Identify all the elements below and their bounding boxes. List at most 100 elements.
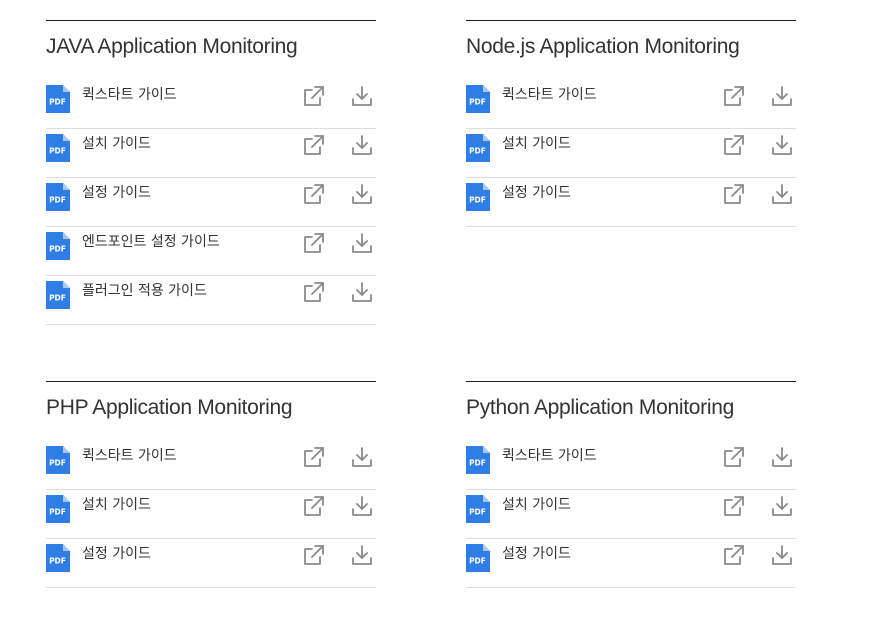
section-header: PHP Application Monitoring bbox=[46, 381, 376, 427]
download-icon[interactable] bbox=[771, 544, 793, 566]
doc-title[interactable]: 설정 가이드 bbox=[502, 178, 571, 208]
doc-title[interactable]: 설치 가이드 bbox=[82, 129, 151, 159]
pdf-icon: PDF bbox=[466, 85, 490, 113]
doc-row: PDF 설치 가이드 bbox=[46, 129, 376, 178]
doc-row: PDF 퀵스타트 가이드 bbox=[46, 80, 376, 129]
doc-row: PDF 설치 가이드 bbox=[466, 129, 796, 178]
doc-row: PDF 설정 가이드 bbox=[466, 178, 796, 227]
pdf-icon: PDF bbox=[46, 134, 70, 162]
doc-title[interactable]: 퀵스타트 가이드 bbox=[82, 80, 177, 110]
doc-title[interactable]: 설치 가이드 bbox=[502, 129, 571, 159]
pdf-label: PDF bbox=[49, 557, 66, 566]
doc-title[interactable]: 설정 가이드 bbox=[82, 539, 151, 569]
download-icon[interactable] bbox=[771, 446, 793, 468]
guide-section: Python Application Monitoring PDF 퀵스타트 가이드… bbox=[466, 381, 796, 588]
doc-row: PDF 퀵스타트 가이드 bbox=[46, 441, 376, 490]
section-header: Python Application Monitoring bbox=[466, 381, 796, 427]
doc-list: PDF 퀵스타트 가이드 PDF 설치 가이드 PDF 설정 가이드 PDF 엔드포인트 설정… bbox=[46, 80, 376, 325]
external-link-icon[interactable] bbox=[303, 232, 325, 254]
pdf-label: PDF bbox=[469, 147, 486, 156]
pdf-label: PDF bbox=[469, 557, 486, 566]
pdf-icon: PDF bbox=[46, 85, 70, 113]
pdf-label: PDF bbox=[49, 147, 66, 156]
pdf-label: PDF bbox=[469, 98, 486, 107]
pdf-icon: PDF bbox=[466, 544, 490, 572]
download-icon[interactable] bbox=[351, 232, 373, 254]
pdf-icon: PDF bbox=[46, 446, 70, 474]
doc-title[interactable]: 엔드포인트 설정 가이드 bbox=[82, 227, 220, 257]
pdf-icon: PDF bbox=[46, 183, 70, 211]
doc-title[interactable]: 설치 가이드 bbox=[82, 490, 151, 520]
pdf-icon: PDF bbox=[466, 134, 490, 162]
pdf-icon: PDF bbox=[46, 495, 70, 523]
pdf-icon: PDF bbox=[46, 281, 70, 309]
external-link-icon[interactable] bbox=[303, 495, 325, 517]
pdf-label: PDF bbox=[49, 245, 66, 254]
download-icon[interactable] bbox=[351, 183, 373, 205]
doc-title[interactable]: 설치 가이드 bbox=[502, 490, 571, 520]
doc-row: PDF 설정 가이드 bbox=[466, 539, 796, 588]
pdf-label: PDF bbox=[469, 196, 486, 205]
external-link-icon[interactable] bbox=[723, 183, 745, 205]
pdf-icon: PDF bbox=[46, 232, 70, 260]
pdf-icon: PDF bbox=[466, 183, 490, 211]
doc-row: PDF 플러그인 적용 가이드 bbox=[46, 276, 376, 325]
download-icon[interactable] bbox=[351, 544, 373, 566]
section-title: PHP Application Monitoring bbox=[46, 396, 293, 419]
external-link-icon[interactable] bbox=[303, 446, 325, 468]
external-link-icon[interactable] bbox=[723, 85, 745, 107]
external-link-icon[interactable] bbox=[723, 495, 745, 517]
guide-section: JAVA Application Monitoring PDF 퀵스타트 가이드 PD… bbox=[46, 20, 376, 325]
pdf-label: PDF bbox=[49, 459, 66, 468]
section-header: JAVA Application Monitoring bbox=[46, 20, 376, 66]
doc-row: PDF 설치 가이드 bbox=[466, 490, 796, 539]
doc-list: PDF 퀵스타트 가이드 PDF 설치 가이드 PDF 설정 가이드 bbox=[466, 80, 796, 227]
download-icon[interactable] bbox=[351, 446, 373, 468]
pdf-label: PDF bbox=[469, 508, 486, 517]
doc-row: PDF 퀵스타트 가이드 bbox=[466, 441, 796, 490]
pdf-icon: PDF bbox=[46, 544, 70, 572]
external-link-icon[interactable] bbox=[303, 544, 325, 566]
doc-row: PDF 설정 가이드 bbox=[46, 178, 376, 227]
pdf-icon: PDF bbox=[466, 446, 490, 474]
download-icon[interactable] bbox=[771, 85, 793, 107]
pdf-label: PDF bbox=[49, 508, 66, 517]
download-icon[interactable] bbox=[351, 134, 373, 156]
external-link-icon[interactable] bbox=[303, 183, 325, 205]
section-title: Python Application Monitoring bbox=[466, 396, 734, 419]
pdf-label: PDF bbox=[49, 98, 66, 107]
external-link-icon[interactable] bbox=[303, 85, 325, 107]
doc-row: PDF 퀵스타트 가이드 bbox=[466, 80, 796, 129]
guide-section: PHP Application Monitoring PDF 퀵스타트 가이드 PDF… bbox=[46, 381, 376, 588]
external-link-icon[interactable] bbox=[723, 134, 745, 156]
doc-list: PDF 퀵스타트 가이드 PDF 설치 가이드 PDF 설정 가이드 bbox=[46, 441, 376, 588]
download-icon[interactable] bbox=[771, 183, 793, 205]
download-icon[interactable] bbox=[771, 495, 793, 517]
doc-row: PDF 설정 가이드 bbox=[46, 539, 376, 588]
doc-title[interactable]: 설정 가이드 bbox=[82, 178, 151, 208]
pdf-label: PDF bbox=[49, 294, 66, 303]
pdf-icon: PDF bbox=[466, 495, 490, 523]
doc-row: PDF 엔드포인트 설정 가이드 bbox=[46, 227, 376, 276]
download-icon[interactable] bbox=[351, 85, 373, 107]
pdf-label: PDF bbox=[469, 459, 486, 468]
external-link-icon[interactable] bbox=[303, 281, 325, 303]
download-icon[interactable] bbox=[771, 134, 793, 156]
external-link-icon[interactable] bbox=[303, 134, 325, 156]
guide-section: Node.js Application Monitoring PDF 퀵스타트 가이… bbox=[466, 20, 796, 227]
pdf-label: PDF bbox=[49, 196, 66, 205]
section-header: Node.js Application Monitoring bbox=[466, 20, 796, 66]
section-title: JAVA Application Monitoring bbox=[46, 35, 298, 58]
download-icon[interactable] bbox=[351, 281, 373, 303]
doc-row: PDF 설치 가이드 bbox=[46, 490, 376, 539]
doc-title[interactable]: 설정 가이드 bbox=[502, 539, 571, 569]
download-icon[interactable] bbox=[351, 495, 373, 517]
doc-title[interactable]: 퀵스타트 가이드 bbox=[502, 80, 597, 110]
doc-title[interactable]: 퀵스타트 가이드 bbox=[82, 441, 177, 471]
section-title: Node.js Application Monitoring bbox=[466, 35, 740, 58]
doc-title[interactable]: 플러그인 적용 가이드 bbox=[82, 276, 207, 306]
external-link-icon[interactable] bbox=[723, 544, 745, 566]
external-link-icon[interactable] bbox=[723, 446, 745, 468]
doc-list: PDF 퀵스타트 가이드 PDF 설치 가이드 PDF 설정 가이드 bbox=[466, 441, 796, 588]
doc-title[interactable]: 퀵스타트 가이드 bbox=[502, 441, 597, 471]
